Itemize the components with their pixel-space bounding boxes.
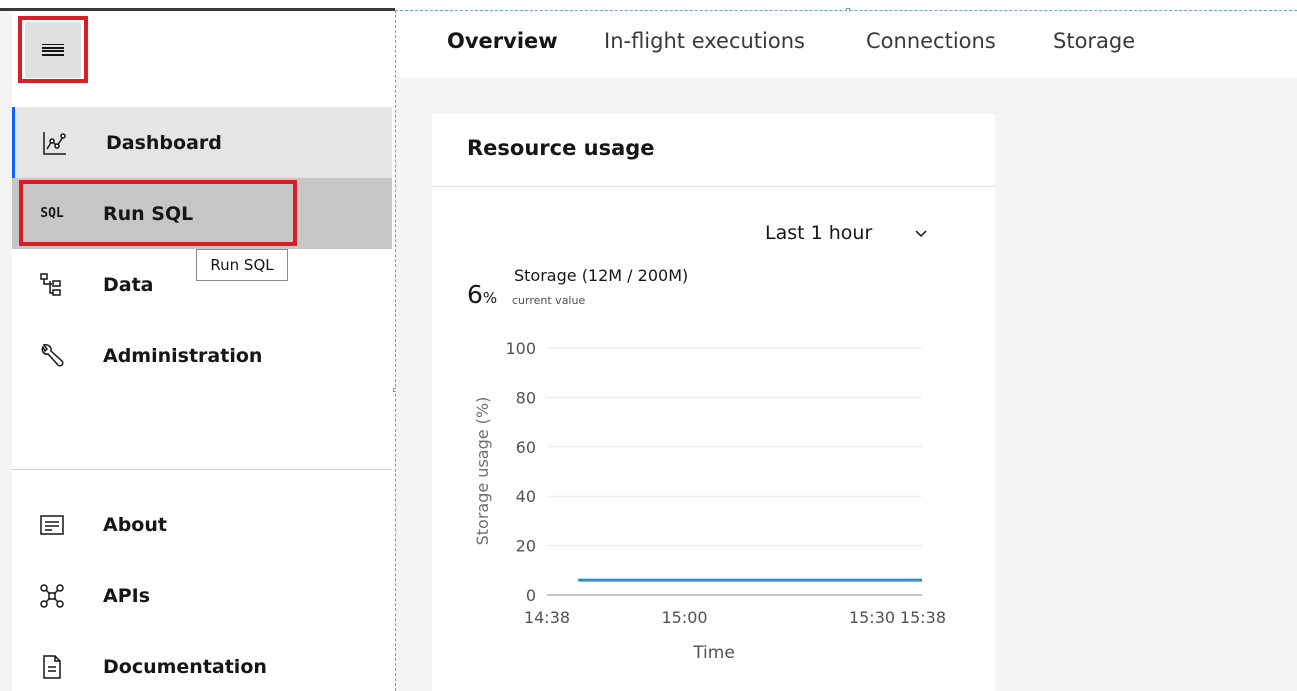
metric-name: Storage (12M / 200M)	[514, 266, 689, 285]
sidebar-item-apis[interactable]: APIs	[12, 560, 392, 631]
sidebar-item-run-sql[interactable]: SQL Run SQL	[12, 178, 392, 249]
tab-overview[interactable]: Overview	[447, 29, 558, 53]
x-tick-label: 15:38	[900, 608, 946, 627]
metric-number: 6	[467, 280, 483, 309]
card-divider	[432, 186, 995, 187]
chevron-down-icon	[913, 224, 929, 240]
metric-caption: current value	[512, 294, 586, 307]
document-icon	[36, 651, 68, 683]
menu-toggle-button[interactable]	[18, 16, 88, 83]
x-tick-label: 15:30	[849, 608, 895, 627]
y-tick-label: 80	[516, 388, 536, 407]
sidebar-item-label: About	[103, 513, 167, 536]
sidebar-item-administration[interactable]: Administration	[12, 320, 392, 391]
sidebar-item-label: Dashboard	[106, 131, 222, 154]
sidebar-item-label: APIs	[103, 584, 151, 607]
sidebar-item-about[interactable]: About	[12, 489, 392, 560]
time-range-value: Last 1 hour	[765, 222, 873, 244]
sidebar-divider	[12, 469, 392, 470]
y-axis-title: Storage usage (%)	[473, 397, 492, 546]
tab-connections[interactable]: Connections	[866, 29, 996, 53]
tab-storage[interactable]: Storage	[1053, 29, 1135, 53]
sql-icon-text: SQL	[40, 206, 64, 221]
data-tree-icon	[36, 269, 68, 301]
sidebar-item-label: Data	[103, 273, 154, 296]
sidebar-item-dashboard[interactable]: Dashboard	[12, 107, 392, 178]
dashboard-chart-icon	[39, 127, 71, 159]
y-tick-label: 0	[526, 586, 536, 605]
run-sql-tooltip: Run SQL	[196, 249, 288, 281]
sidebar-item-documentation[interactable]: Documentation	[12, 631, 392, 691]
sidebar-item-label: Run SQL	[103, 202, 194, 225]
y-tick-label: 100	[505, 339, 536, 358]
tab-bar: Overview In-flight executions Connection…	[396, 11, 1297, 77]
metric-value: 6%	[467, 280, 497, 309]
side-nav-rail	[0, 11, 12, 691]
card-title: Resource usage	[467, 136, 655, 160]
sql-icon: SQL	[36, 198, 68, 230]
x-tick-label: 14:38	[524, 608, 570, 627]
api-network-icon	[36, 580, 68, 612]
hamburger-icon	[42, 43, 64, 56]
wrench-icon	[36, 340, 68, 372]
y-tick-label: 40	[516, 487, 536, 506]
storage-usage-chart: 0 20 40 60 80 100 14:38 15:00 15:30 15:38 Time Stor…	[473, 339, 946, 663]
x-axis-title: Time	[692, 643, 735, 663]
y-tick-label: 60	[516, 438, 536, 457]
time-range-dropdown[interactable]: Last 1 hour	[765, 220, 935, 248]
metric-unit: %	[482, 289, 498, 307]
x-tick-label: 15:00	[661, 608, 707, 627]
sidebar-item-label: Administration	[103, 344, 263, 367]
document-list-icon	[36, 509, 68, 541]
resource-usage-card: Resource usage Last 1 hour 6% Storage (1…	[432, 114, 995, 691]
tab-in-flight-executions[interactable]: In-flight executions	[604, 29, 805, 53]
y-tick-label: 20	[516, 537, 536, 556]
sidebar-item-label: Documentation	[103, 655, 267, 678]
